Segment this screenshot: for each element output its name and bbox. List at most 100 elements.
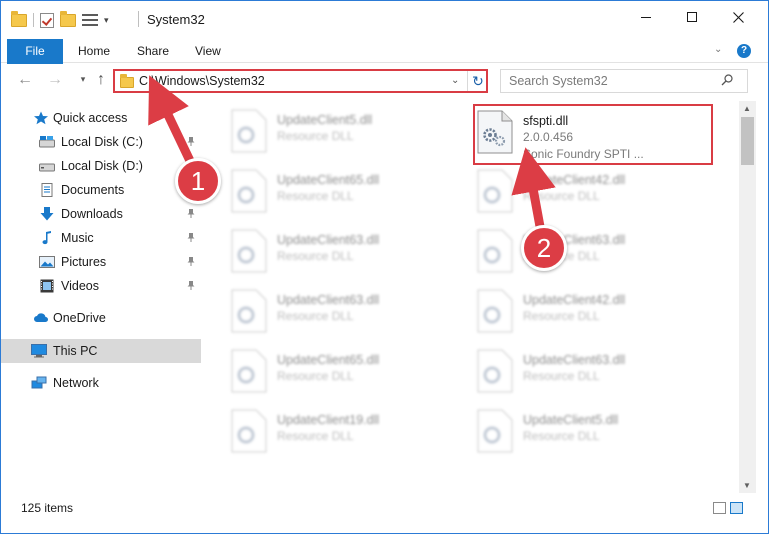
file-name: UpdateClient63.dll bbox=[277, 233, 380, 247]
scroll-down-icon[interactable]: ▼ bbox=[743, 481, 751, 490]
dll-file-icon bbox=[477, 409, 513, 453]
sidebar-item-label: Local Disk (C:) bbox=[61, 135, 143, 149]
sidebar-item-label: Pictures bbox=[61, 255, 107, 269]
back-arrow-icon[interactable]: ← bbox=[17, 71, 33, 89]
folder-icon[interactable] bbox=[11, 10, 27, 27]
minimize-button[interactable] bbox=[623, 1, 669, 33]
details-view-icon[interactable] bbox=[713, 502, 726, 514]
view-switcher bbox=[713, 502, 743, 514]
new-folder-icon[interactable] bbox=[60, 10, 76, 27]
address-path[interactable]: C:\Windows\System32 bbox=[139, 74, 265, 88]
close-button[interactable] bbox=[715, 1, 761, 33]
item-count: 125 items bbox=[21, 501, 74, 515]
sidebar-item-label: Music bbox=[61, 231, 94, 245]
search-icon[interactable] bbox=[721, 74, 733, 86]
pin-icon[interactable] bbox=[187, 233, 195, 242]
sidebar-item-local-disk-c[interactable]: Local Disk (C:) bbox=[1, 130, 201, 154]
file-item[interactable]: UpdateClient63.dll Resource DLL bbox=[475, 225, 715, 281]
tab-home[interactable]: Home bbox=[78, 39, 110, 63]
file-item[interactable]: UpdateClient63.dll Resource DLL bbox=[229, 285, 469, 341]
file-name: UpdateClient63.dll bbox=[277, 293, 380, 307]
file-item[interactable]: UpdateClient63.dll Resource DLL bbox=[475, 345, 715, 401]
address-dropdown-icon[interactable]: ⌄ bbox=[451, 75, 459, 86]
vertical-scrollbar[interactable]: ▲ ▼ bbox=[739, 101, 756, 493]
sidebar-item-documents[interactable]: Documents bbox=[1, 178, 201, 202]
toolbar-separator bbox=[33, 13, 34, 27]
file-item[interactable]: UpdateClient63.dll Resource DLL bbox=[229, 225, 469, 281]
sidebar-item-label: OneDrive bbox=[53, 311, 106, 325]
file-item[interactable]: UpdateClient42.dll Resource DLL bbox=[475, 285, 715, 341]
sidebar-item-quick-access[interactable]: Quick access bbox=[1, 106, 201, 130]
step-2-badge: 2 bbox=[521, 225, 567, 271]
tab-share[interactable]: Share bbox=[137, 39, 169, 63]
sidebar-item-pictures[interactable]: Pictures bbox=[1, 250, 201, 274]
folder-icon bbox=[120, 74, 134, 88]
dll-file-icon bbox=[477, 229, 513, 273]
file-name: UpdateClient5.dll bbox=[277, 113, 373, 127]
file-type: Resource DLL bbox=[523, 189, 600, 203]
customize-toolbar-icon[interactable] bbox=[82, 13, 98, 27]
step-1-badge: 1 bbox=[175, 158, 221, 204]
file-item[interactable]: UpdateClient5.dll Resource DLL bbox=[229, 105, 469, 161]
refresh-icon[interactable]: ↻ bbox=[467, 71, 488, 91]
cloud-icon bbox=[34, 313, 48, 322]
file-item[interactable]: UpdateClient65.dll Resource DLL bbox=[229, 165, 469, 221]
search-box[interactable] bbox=[500, 69, 748, 93]
sidebar-item-label: Downloads bbox=[61, 207, 123, 221]
sidebar-item-music[interactable]: Music bbox=[1, 226, 201, 250]
dll-file-icon bbox=[477, 169, 513, 213]
sidebar-item-downloads[interactable]: Downloads bbox=[1, 202, 201, 226]
tab-view[interactable]: View bbox=[195, 39, 221, 63]
help-icon[interactable]: ? bbox=[737, 44, 751, 58]
pictures-icon bbox=[39, 256, 55, 268]
file-type: Resource DLL bbox=[277, 129, 354, 143]
forward-arrow-icon[interactable]: → bbox=[47, 71, 63, 89]
sidebar-item-local-disk-d[interactable]: Local Disk (D:) bbox=[1, 154, 201, 178]
network-icon bbox=[31, 376, 47, 389]
maximize-button[interactable] bbox=[669, 1, 715, 33]
search-input[interactable] bbox=[509, 73, 709, 89]
qat-dropdown-icon[interactable]: ▾ bbox=[104, 15, 109, 26]
recent-locations-icon[interactable]: ▾ bbox=[75, 74, 91, 85]
file-type: Resource DLL bbox=[523, 429, 600, 443]
scroll-up-icon[interactable]: ▲ bbox=[743, 104, 751, 113]
scrollbar-thumb[interactable] bbox=[741, 117, 754, 165]
window-title: System32 bbox=[147, 12, 205, 27]
sidebar-item-this-pc[interactable]: This PC bbox=[1, 339, 201, 363]
sidebar-item-videos[interactable]: Videos bbox=[1, 274, 201, 298]
pin-icon[interactable] bbox=[187, 137, 195, 146]
file-name: UpdateClient42.dll bbox=[523, 293, 626, 307]
file-type: Resource DLL bbox=[277, 309, 354, 323]
pin-icon[interactable] bbox=[187, 281, 195, 290]
file-item[interactable]: UpdateClient42.dll Resource DLL bbox=[475, 165, 715, 221]
sidebar-item-label: This PC bbox=[53, 344, 98, 358]
maximize-icon bbox=[687, 12, 697, 22]
file-item[interactable]: UpdateClient65.dll Resource DLL bbox=[229, 345, 469, 401]
file-item[interactable]: UpdateClient5.dll Resource DLL bbox=[475, 405, 715, 461]
sidebar-item-label: Network bbox=[53, 376, 99, 390]
expand-ribbon-icon[interactable]: ⌄ bbox=[714, 44, 722, 55]
file-item[interactable]: UpdateClient19.dll Resource DLL bbox=[229, 405, 469, 461]
file-type: Resource DLL bbox=[523, 309, 600, 323]
file-type: Resource DLL bbox=[277, 429, 354, 443]
drive-icon bbox=[39, 163, 55, 172]
file-name: UpdateClient65.dll bbox=[277, 173, 380, 187]
file-type: Resource DLL bbox=[277, 189, 354, 203]
file-item-sfspti-dll[interactable]: sfspti.dll 2.0.0.456 Sonic Foundry SPTI … bbox=[473, 104, 713, 165]
up-arrow-icon[interactable]: ↑ bbox=[93, 71, 109, 89]
file-name: UpdateClient19.dll bbox=[277, 413, 380, 427]
file-list: UpdateClient5.dll Resource DLL UpdateCli… bbox=[203, 101, 739, 493]
music-icon bbox=[42, 231, 51, 245]
pin-icon[interactable] bbox=[187, 209, 195, 218]
sidebar-item-network[interactable]: Network bbox=[1, 371, 201, 395]
properties-check-icon[interactable] bbox=[40, 12, 54, 28]
navigation-bar: ← → ▾ ↑ C:\Windows\System32 ⌄ ↻ bbox=[1, 64, 768, 98]
pin-icon[interactable] bbox=[187, 257, 195, 266]
quick-access-toolbar: ▾ bbox=[11, 10, 109, 29]
documents-icon bbox=[41, 183, 53, 197]
sidebar-item-onedrive[interactable]: OneDrive bbox=[1, 306, 201, 330]
address-bar[interactable]: C:\Windows\System32 ⌄ ↻ bbox=[113, 69, 488, 93]
tiles-view-icon[interactable] bbox=[730, 502, 743, 514]
download-icon bbox=[40, 207, 54, 221]
file-type: Resource DLL bbox=[277, 249, 354, 263]
